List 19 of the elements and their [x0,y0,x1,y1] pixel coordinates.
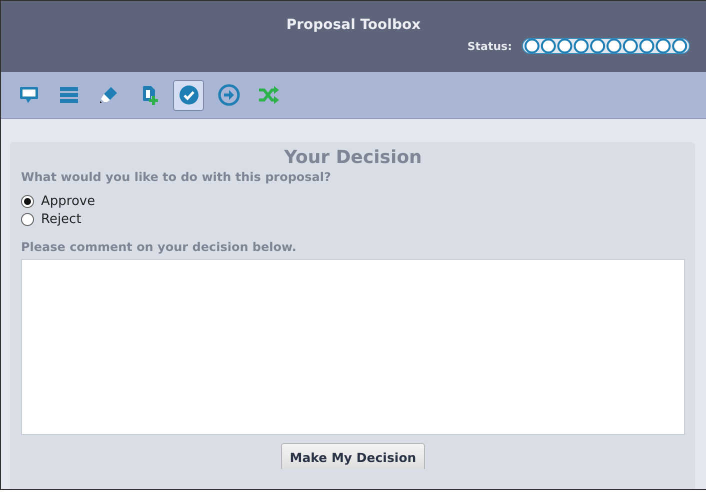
arrow-circle-icon [218,84,240,106]
toolbar-button[interactable] [173,80,204,110]
submit-button[interactable]: Make My Decision [280,443,426,469]
radio-label[interactable]: Approve [41,194,96,209]
speech-bubble-icon [18,86,38,104]
comment-field[interactable] [21,259,685,435]
list-icon [60,86,78,104]
comment-label: Please comment on your decision below. [21,240,298,254]
status-indicator-icon [522,38,690,54]
window-title: Proposal Toolbox [286,17,421,33]
radio-button[interactable] [21,195,34,208]
panel-title: Your Decision [284,147,422,168]
question-label: What would you like to do with this proposal? [21,170,332,184]
shuffle-icon [258,86,280,104]
radio-label[interactable]: Reject [41,212,82,227]
check-circle-icon [178,85,198,105]
status-label: Status: [467,40,512,52]
radio-button[interactable] [21,213,34,226]
eraser-icon [98,86,118,104]
